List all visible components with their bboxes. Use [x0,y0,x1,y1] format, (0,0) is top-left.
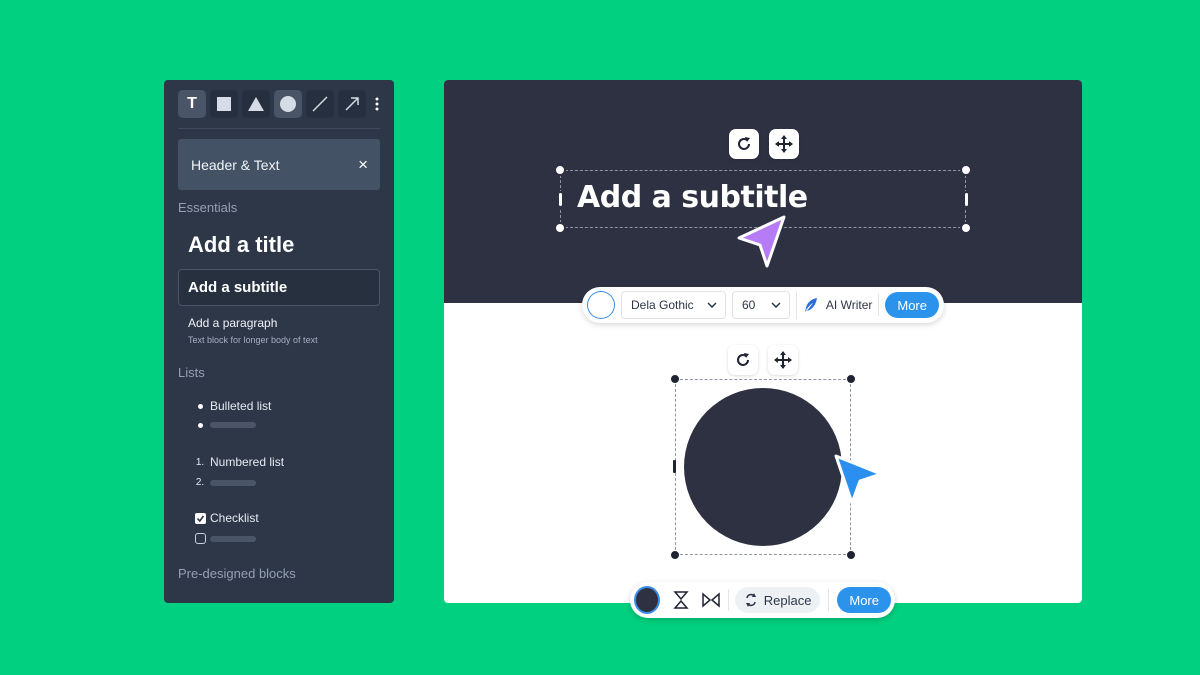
replace-label: Replace [763,592,812,608]
font-size-value: 60 [741,298,756,312]
predesigned-heading: Pre-designed blocks [178,566,296,581]
numbered-list-preview: 2. [191,477,256,488]
text-tool-icon: T [187,95,197,112]
text-color-swatch[interactable] [587,291,615,319]
checked-box-icon [194,512,206,524]
rotate-shape-button[interactable] [728,345,758,375]
text-more-button[interactable]: More [885,292,939,318]
resize-handle[interactable] [960,164,972,176]
triangle-icon [248,97,264,111]
more-tools-button[interactable] [370,90,384,118]
essentials-heading: Essentials [178,200,238,215]
bulleted-list-label: Bulleted list [210,399,272,413]
resize-handle[interactable] [554,164,566,176]
add-paragraph-item[interactable]: Add a paragraph Text block for longer bo… [188,316,318,345]
close-icon[interactable]: × [358,155,368,175]
rotate-text-button[interactable] [729,129,759,159]
number-marker: 2. [195,477,205,488]
placeholder-bar [210,535,256,542]
flip-horizontal-button[interactable] [698,586,724,614]
font-family-dropdown[interactable]: Dela Gothic [620,291,726,319]
checklist-item[interactable]: Checklist [191,511,259,525]
resize-handle[interactable] [960,222,972,234]
number-marker: 1. [195,456,205,468]
numbered-list-label: Numbered list [210,455,285,469]
bullet-icon [197,403,203,409]
placeholder-bar [210,479,256,486]
header-chip-label: Header & Text [191,156,280,173]
shape-toolbar-row: T [178,90,384,118]
paragraph-title: Add a paragraph [188,316,278,330]
toolbar-separator [828,589,830,611]
numbered-list-item[interactable]: 1. Numbered list [191,455,284,469]
ai-writer-label: AI Writer [825,298,873,312]
font-size-dropdown[interactable]: 60 [731,291,790,319]
chevron-down-icon [771,302,781,308]
add-subtitle-item[interactable]: Add a subtitle [178,269,380,306]
circle-icon [280,96,296,112]
triangle-tool-button[interactable] [242,90,270,118]
checklist-preview [191,533,256,544]
bullet-icon [197,422,203,428]
kebab-menu-icon [375,97,379,111]
text-tool-button[interactable]: T [178,90,206,118]
rotate-icon [737,353,749,366]
toolbar-divider [178,128,380,129]
flip-vertical-button[interactable] [668,586,694,614]
resize-handle[interactable] [671,375,679,383]
unchecked-box-icon [194,533,206,544]
resize-handle[interactable] [554,222,566,234]
side-resize-handle[interactable] [963,191,970,208]
text-format-toolbar: Dela Gothic 60 AI Writer More [582,287,944,323]
bulleted-list-preview [191,422,256,428]
move-icon [774,351,792,369]
replace-button[interactable]: Replace [734,587,821,613]
move-icon [775,135,793,153]
toolbar-separator [727,589,729,611]
shape-format-toolbar: Replace More [630,582,895,618]
header-text-chip[interactable]: Header & Text × [178,139,380,190]
ai-writer-button[interactable]: AI Writer [795,291,878,319]
move-shape-button[interactable] [768,345,798,375]
square-icon [217,97,231,111]
arrow-tool-button[interactable] [338,90,366,118]
placeholder-bar [210,422,256,428]
line-icon [312,96,328,112]
arrow-icon [345,97,359,111]
circle-shape[interactable] [684,388,842,546]
line-tool-button[interactable] [306,90,334,118]
rectangle-tool-button[interactable] [210,90,238,118]
move-text-button[interactable] [769,129,799,159]
font-family-value: Dela Gothic [630,298,694,312]
flip-horizontal-icon [702,592,720,608]
resize-handle[interactable] [671,551,679,559]
resize-handle[interactable] [847,551,855,559]
bulleted-list-item[interactable]: Bulleted list [191,399,271,413]
replace-icon [745,593,756,607]
circle-tool-button[interactable] [274,90,302,118]
canvas-subtitle-text[interactable]: Add a subtitle [577,180,808,215]
flip-vertical-icon [673,591,689,609]
feather-icon [804,298,817,312]
paragraph-description: Text block for longer body of text [188,335,318,345]
side-resize-handle[interactable] [557,191,564,208]
lists-heading: Lists [178,365,205,380]
collaborator-cursor-blue-icon [834,454,883,505]
checklist-label: Checklist [210,511,259,525]
fill-color-swatch[interactable] [634,586,661,614]
rotate-icon [738,137,750,150]
resize-handle[interactable] [847,375,855,383]
chevron-down-icon [707,302,717,308]
side-resize-handle[interactable] [673,460,676,473]
elements-panel: T Header & Text × Essentials Add a title… [164,80,394,603]
add-title-item[interactable]: Add a title [188,232,294,258]
shape-more-button[interactable]: More [837,587,891,613]
collaborator-cursor-purple-icon [737,215,786,268]
toolbar-separator [878,294,880,316]
